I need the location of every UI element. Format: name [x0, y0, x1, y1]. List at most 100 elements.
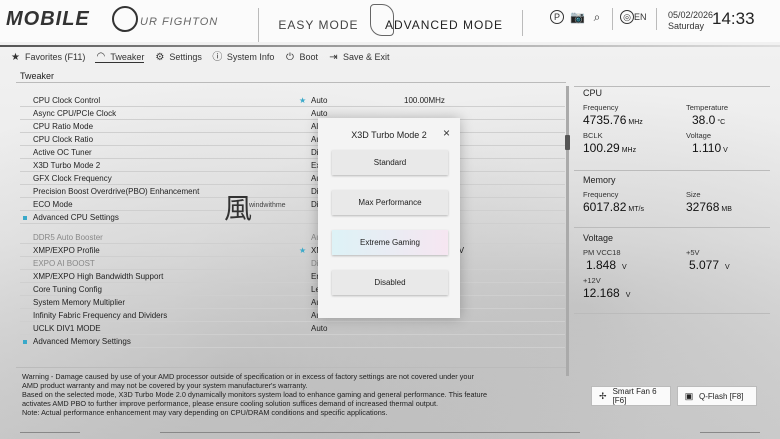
nav-favorites[interactable]: ★ Favorites (F11) [10, 52, 85, 63]
nav-label: Boot [299, 52, 318, 62]
globe-icon[interactable]: ◎ [620, 10, 634, 24]
help-icon[interactable]: P [550, 10, 564, 24]
unit: MHz [628, 119, 643, 126]
breadcrumb: Tweaker [20, 71, 55, 81]
weekday-text: Saturday [668, 21, 705, 31]
eagle-logo-icon [112, 6, 138, 32]
settings-row[interactable]: Active OC Tuner Di [20, 146, 565, 159]
warning-line: AMD product warranty and may not be cove… [22, 381, 308, 390]
setting-label: Core Tuning Config [33, 285, 102, 294]
value: 32768 [686, 200, 720, 214]
memory-panel: Memory Frequency 6017.82 MT/s Size 32768 M… [574, 175, 770, 225]
nav-tweaker[interactable]: ◠ Tweaker [95, 51, 145, 63]
search-icon[interactable]: ⌕ [590, 10, 604, 24]
favorite-star-icon[interactable]: ★ [299, 94, 306, 107]
x3d-turbo-mode-dialog: X3D Turbo Mode 2 × Standard Max Performa… [318, 118, 460, 318]
settings-row[interactable]: UCLK DIV1 MODE Auto [20, 322, 565, 335]
watermark-glyph: 風 [224, 192, 253, 225]
date-display: 05/02/2026 Saturday [668, 10, 713, 32]
warning-line: Note: Actual performance enhancement may… [22, 408, 388, 417]
divider [20, 432, 80, 433]
settings-section-row[interactable]: Advanced CPU Settings [20, 211, 565, 224]
cpu-temperature: Temperature 38.0 °C [686, 103, 728, 127]
settings-row[interactable]: Async CPU/PCIe Clock Auto [20, 107, 565, 120]
panel-title: Voltage [583, 233, 614, 243]
settings-row[interactable]: Infinity Fabric Frequency and DividersAu… [20, 309, 565, 322]
settings-row[interactable]: System Memory Multiplier Au [20, 296, 565, 309]
settings-row[interactable]: CPU Clock Control ★ Auto 100.00MHz [20, 94, 565, 107]
clock-time: 14:33 [712, 9, 755, 28]
section-bullet-icon [23, 216, 27, 220]
cpu-voltage: Voltage 1.110 V [686, 131, 728, 155]
cpu-frequency: Frequency 4735.76 MHz [583, 103, 643, 127]
settings-row[interactable]: XMP/EXPO High Bandwidth Support En [20, 270, 565, 283]
nav-system-info[interactable]: ⓘ System Info [212, 52, 274, 63]
warning-line: Based on the selected mode, X3D Turbo Mo… [22, 390, 488, 399]
settings-row[interactable]: XMP/EXPO Profile★XM36-36-76-1.350V [20, 244, 565, 257]
unit: V [725, 264, 730, 271]
setting-label: EXPO AI BOOST [33, 259, 95, 268]
settings-row[interactable]: CPU Clock RatioAuto [20, 133, 565, 146]
nav-label: Save & Exit [342, 52, 390, 62]
setting-label: Active OC Tuner [33, 148, 92, 157]
nav-boot[interactable]: ⏻ Boot [284, 52, 318, 63]
label: Frequency [583, 103, 619, 112]
label: BCLK [583, 131, 603, 140]
camera-icon[interactable]: 📷 [570, 10, 585, 24]
date-text: 05/02/2026 [668, 10, 714, 20]
advanced-mode-tab[interactable]: ADVANCED MODE [368, 8, 520, 42]
value: 12.168 [583, 286, 620, 300]
settings-row[interactable]: Core Tuning Config Le [20, 283, 565, 296]
option-extreme-gaming[interactable]: Extreme Gaming [332, 230, 448, 255]
scrollbar-track[interactable] [566, 86, 569, 376]
settings-row[interactable]: DDR5 Auto Booster Au [20, 231, 565, 244]
setting-label: UCLK DIV1 MODE [33, 324, 101, 333]
gear-icon: ⚙ [155, 51, 165, 63]
settings-row[interactable]: ECO Mode Di [20, 198, 565, 211]
settings-row[interactable]: EXPO AI BOOST Di [20, 257, 565, 270]
nav-label: Favorites (F11) [25, 52, 86, 62]
option-standard[interactable]: Standard [332, 150, 448, 175]
setting-detail: 100.00MHz [404, 96, 445, 105]
power-icon: ⏻ [285, 51, 294, 63]
easy-mode-tab[interactable]: EASY MODE [258, 8, 378, 42]
header-accent-line [0, 45, 780, 47]
divider [16, 367, 566, 368]
label: Size [686, 190, 701, 199]
setting-label: CPU Ratio Mode [33, 122, 94, 131]
settings-row[interactable]: CPU Ratio Mode All [20, 120, 565, 133]
setting-value[interactable]: Auto [311, 322, 327, 335]
nav-label: Tweaker [110, 51, 145, 62]
settings-list: CPU Clock Control ★ Auto 100.00MHz Async CPU… [20, 94, 565, 348]
setting-label: CPU Clock Control [33, 96, 101, 105]
button-label: Smart Fan 6 [F6] [612, 387, 657, 405]
value: 6017.82 [583, 200, 627, 214]
flash-chip-icon: ▣ [684, 391, 694, 401]
smart-fan-button[interactable]: ✢ Smart Fan 6 [F6] [591, 386, 671, 406]
settings-row[interactable]: Precision Boost Overdrive(PBO) Enhanceme… [20, 185, 565, 198]
watermark-text: windwithme [249, 202, 286, 209]
nav-settings[interactable]: ⚙ Settings [154, 52, 202, 63]
settings-row[interactable]: X3D Turbo Mode 2 Ex [20, 159, 565, 172]
favorite-star-icon[interactable]: ★ [299, 244, 306, 257]
divider [574, 170, 770, 171]
top-header: MOBILE UR FIGHTON EASY MODE ADVANCED MOD… [0, 0, 780, 42]
unit: V [622, 264, 627, 271]
option-max-performance[interactable]: Max Performance [332, 190, 448, 215]
option-disabled[interactable]: Disabled [332, 270, 448, 295]
scrollbar-thumb[interactable] [565, 135, 570, 150]
q-flash-button[interactable]: ▣ Q-Flash [F8] [677, 386, 757, 406]
setting-value[interactable]: Auto [311, 94, 327, 107]
close-icon[interactable]: × [443, 126, 450, 140]
section-bullet-icon [23, 340, 27, 344]
nav-save-exit[interactable]: ⇥ Save & Exit [328, 51, 390, 63]
settings-section-row[interactable]: Advanced Memory Settings [20, 335, 565, 348]
label: +5V [686, 248, 700, 257]
settings-row[interactable]: GFX Clock Frequency Au [20, 172, 565, 185]
exit-icon: ⇥ [329, 51, 338, 63]
unit: MHz [621, 147, 637, 154]
language-selector[interactable]: EN [634, 12, 647, 22]
setting-label: Async CPU/PCIe Clock [33, 109, 117, 118]
value: 4735.76 [583, 113, 627, 127]
plus12v: +12V 12.168 V [583, 276, 630, 300]
